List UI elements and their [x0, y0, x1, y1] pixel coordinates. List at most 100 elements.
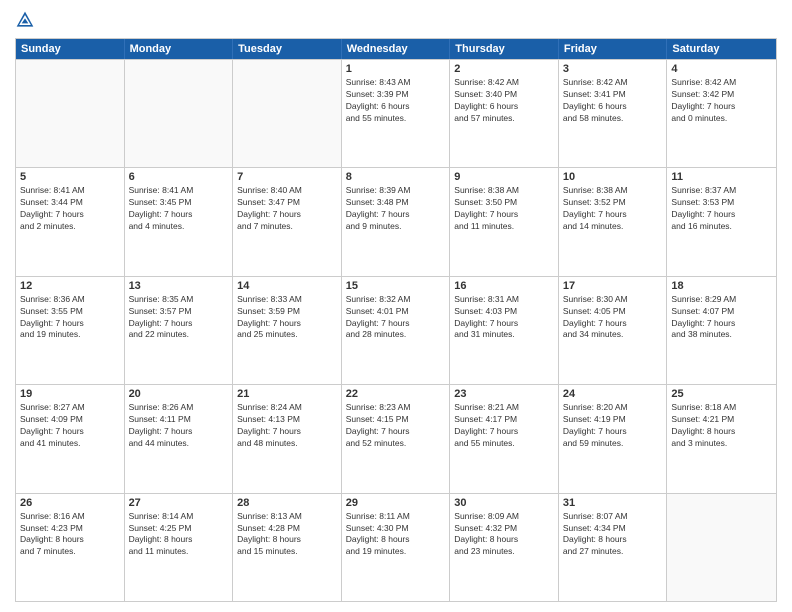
calendar-cell: 17 Sunrise: 8:30 AM Sunset: 4:05 PM Dayli…	[559, 277, 668, 384]
calendar-cell: 8 Sunrise: 8:39 AM Sunset: 3:48 PM Daylig…	[342, 168, 451, 275]
calendar-header-cell: Sunday	[16, 39, 125, 59]
day-number: 7	[237, 171, 337, 183]
day-number: 17	[563, 280, 663, 292]
day-info: Sunrise: 8:43 AM Sunset: 3:39 PM Dayligh…	[346, 77, 446, 125]
day-info: Sunrise: 8:32 AM Sunset: 4:01 PM Dayligh…	[346, 294, 446, 342]
calendar-cell: 20 Sunrise: 8:26 AM Sunset: 4:11 PM Dayli…	[125, 385, 234, 492]
calendar-cell: 29 Sunrise: 8:11 AM Sunset: 4:30 PM Dayli…	[342, 494, 451, 601]
header	[15, 10, 777, 30]
calendar-header-row: SundayMondayTuesdayWednesdayThursdayFrid…	[16, 39, 776, 59]
calendar-cell	[125, 60, 234, 167]
calendar-header-cell: Wednesday	[342, 39, 451, 59]
calendar-header-cell: Saturday	[667, 39, 776, 59]
day-number: 10	[563, 171, 663, 183]
day-number: 5	[20, 171, 120, 183]
calendar-cell: 16 Sunrise: 8:31 AM Sunset: 4:03 PM Dayli…	[450, 277, 559, 384]
day-info: Sunrise: 8:13 AM Sunset: 4:28 PM Dayligh…	[237, 511, 337, 559]
day-info: Sunrise: 8:31 AM Sunset: 4:03 PM Dayligh…	[454, 294, 554, 342]
calendar-cell: 27 Sunrise: 8:14 AM Sunset: 4:25 PM Dayli…	[125, 494, 234, 601]
calendar-cell: 19 Sunrise: 8:27 AM Sunset: 4:09 PM Dayli…	[16, 385, 125, 492]
calendar-row: 1 Sunrise: 8:43 AM Sunset: 3:39 PM Daylig…	[16, 59, 776, 167]
day-info: Sunrise: 8:42 AM Sunset: 3:40 PM Dayligh…	[454, 77, 554, 125]
day-number: 23	[454, 388, 554, 400]
calendar-header-cell: Monday	[125, 39, 234, 59]
day-number: 8	[346, 171, 446, 183]
day-number: 22	[346, 388, 446, 400]
day-info: Sunrise: 8:20 AM Sunset: 4:19 PM Dayligh…	[563, 402, 663, 450]
day-number: 9	[454, 171, 554, 183]
calendar-cell: 14Sunrise: 8:33 AM Sunset: 3:59 PM Dayli…	[233, 277, 342, 384]
day-number: 13	[129, 280, 229, 292]
calendar-cell	[667, 494, 776, 601]
day-info: Sunrise: 8:23 AM Sunset: 4:15 PM Dayligh…	[346, 402, 446, 450]
calendar-cell: 31 Sunrise: 8:07 AM Sunset: 4:34 PM Dayli…	[559, 494, 668, 601]
calendar-header-cell: Friday	[559, 39, 668, 59]
calendar-header-cell: Tuesday	[233, 39, 342, 59]
day-info: Sunrise: 8:37 AM Sunset: 3:53 PM Dayligh…	[671, 185, 772, 233]
day-info: Sunrise: 8:42 AM Sunset: 3:41 PM Dayligh…	[563, 77, 663, 125]
calendar-cell: 7Sunrise: 8:40 AM Sunset: 3:47 PM Daylig…	[233, 168, 342, 275]
day-info: Sunrise: 8:41 AM Sunset: 3:45 PM Dayligh…	[129, 185, 229, 233]
calendar-cell: 24Sunrise: 8:20 AM Sunset: 4:19 PM Dayli…	[559, 385, 668, 492]
calendar-cell: 2 Sunrise: 8:42 AM Sunset: 3:40 PM Daylig…	[450, 60, 559, 167]
day-number: 26	[20, 497, 120, 509]
calendar-cell: 15 Sunrise: 8:32 AM Sunset: 4:01 PM Dayli…	[342, 277, 451, 384]
day-number: 25	[671, 388, 772, 400]
day-number: 29	[346, 497, 446, 509]
day-number: 16	[454, 280, 554, 292]
day-info: Sunrise: 8:38 AM Sunset: 3:52 PM Dayligh…	[563, 185, 663, 233]
calendar-cell: 22 Sunrise: 8:23 AM Sunset: 4:15 PM Dayli…	[342, 385, 451, 492]
calendar-cell	[233, 60, 342, 167]
calendar-row: 26 Sunrise: 8:16 AM Sunset: 4:23 PM Dayli…	[16, 493, 776, 601]
day-number: 18	[671, 280, 772, 292]
day-number: 15	[346, 280, 446, 292]
day-number: 28	[237, 497, 337, 509]
calendar-header-cell: Thursday	[450, 39, 559, 59]
day-info: Sunrise: 8:35 AM Sunset: 3:57 PM Dayligh…	[129, 294, 229, 342]
day-number: 30	[454, 497, 554, 509]
day-number: 14	[237, 280, 337, 292]
day-info: Sunrise: 8:30 AM Sunset: 4:05 PM Dayligh…	[563, 294, 663, 342]
day-number: 3	[563, 63, 663, 75]
calendar-cell: 6 Sunrise: 8:41 AM Sunset: 3:45 PM Daylig…	[125, 168, 234, 275]
day-number: 31	[563, 497, 663, 509]
day-info: Sunrise: 8:36 AM Sunset: 3:55 PM Dayligh…	[20, 294, 120, 342]
day-number: 27	[129, 497, 229, 509]
calendar-row: 12 Sunrise: 8:36 AM Sunset: 3:55 PM Dayli…	[16, 276, 776, 384]
day-number: 6	[129, 171, 229, 183]
day-info: Sunrise: 8:41 AM Sunset: 3:44 PM Dayligh…	[20, 185, 120, 233]
calendar-cell: 18 Sunrise: 8:29 AM Sunset: 4:07 PM Dayli…	[667, 277, 776, 384]
day-info: Sunrise: 8:18 AM Sunset: 4:21 PM Dayligh…	[671, 402, 772, 450]
calendar-cell: 9Sunrise: 8:38 AM Sunset: 3:50 PM Daylig…	[450, 168, 559, 275]
day-info: Sunrise: 8:26 AM Sunset: 4:11 PM Dayligh…	[129, 402, 229, 450]
calendar: SundayMondayTuesdayWednesdayThursdayFrid…	[15, 38, 777, 602]
calendar-cell: 1 Sunrise: 8:43 AM Sunset: 3:39 PM Daylig…	[342, 60, 451, 167]
calendar-cell: 26 Sunrise: 8:16 AM Sunset: 4:23 PM Dayli…	[16, 494, 125, 601]
day-info: Sunrise: 8:21 AM Sunset: 4:17 PM Dayligh…	[454, 402, 554, 450]
calendar-cell	[16, 60, 125, 167]
day-info: Sunrise: 8:16 AM Sunset: 4:23 PM Dayligh…	[20, 511, 120, 559]
day-number: 19	[20, 388, 120, 400]
calendar-cell: 12 Sunrise: 8:36 AM Sunset: 3:55 PM Dayli…	[16, 277, 125, 384]
day-info: Sunrise: 8:39 AM Sunset: 3:48 PM Dayligh…	[346, 185, 446, 233]
day-info: Sunrise: 8:14 AM Sunset: 4:25 PM Dayligh…	[129, 511, 229, 559]
day-number: 12	[20, 280, 120, 292]
calendar-cell: 10 Sunrise: 8:38 AM Sunset: 3:52 PM Dayli…	[559, 168, 668, 275]
day-info: Sunrise: 8:07 AM Sunset: 4:34 PM Dayligh…	[563, 511, 663, 559]
calendar-cell: 21Sunrise: 8:24 AM Sunset: 4:13 PM Dayli…	[233, 385, 342, 492]
calendar-body: 1 Sunrise: 8:43 AM Sunset: 3:39 PM Daylig…	[16, 59, 776, 601]
calendar-cell: 13 Sunrise: 8:35 AM Sunset: 3:57 PM Dayli…	[125, 277, 234, 384]
page: SundayMondayTuesdayWednesdayThursdayFrid…	[0, 0, 792, 612]
day-info: Sunrise: 8:11 AM Sunset: 4:30 PM Dayligh…	[346, 511, 446, 559]
calendar-cell: 25 Sunrise: 8:18 AM Sunset: 4:21 PM Dayli…	[667, 385, 776, 492]
day-number: 2	[454, 63, 554, 75]
day-number: 20	[129, 388, 229, 400]
day-info: Sunrise: 8:27 AM Sunset: 4:09 PM Dayligh…	[20, 402, 120, 450]
day-info: Sunrise: 8:42 AM Sunset: 3:42 PM Dayligh…	[671, 77, 772, 125]
calendar-row: 5 Sunrise: 8:41 AM Sunset: 3:44 PM Daylig…	[16, 167, 776, 275]
day-number: 1	[346, 63, 446, 75]
logo	[15, 10, 39, 30]
day-number: 4	[671, 63, 772, 75]
calendar-cell: 4 Sunrise: 8:42 AM Sunset: 3:42 PM Daylig…	[667, 60, 776, 167]
day-info: Sunrise: 8:29 AM Sunset: 4:07 PM Dayligh…	[671, 294, 772, 342]
